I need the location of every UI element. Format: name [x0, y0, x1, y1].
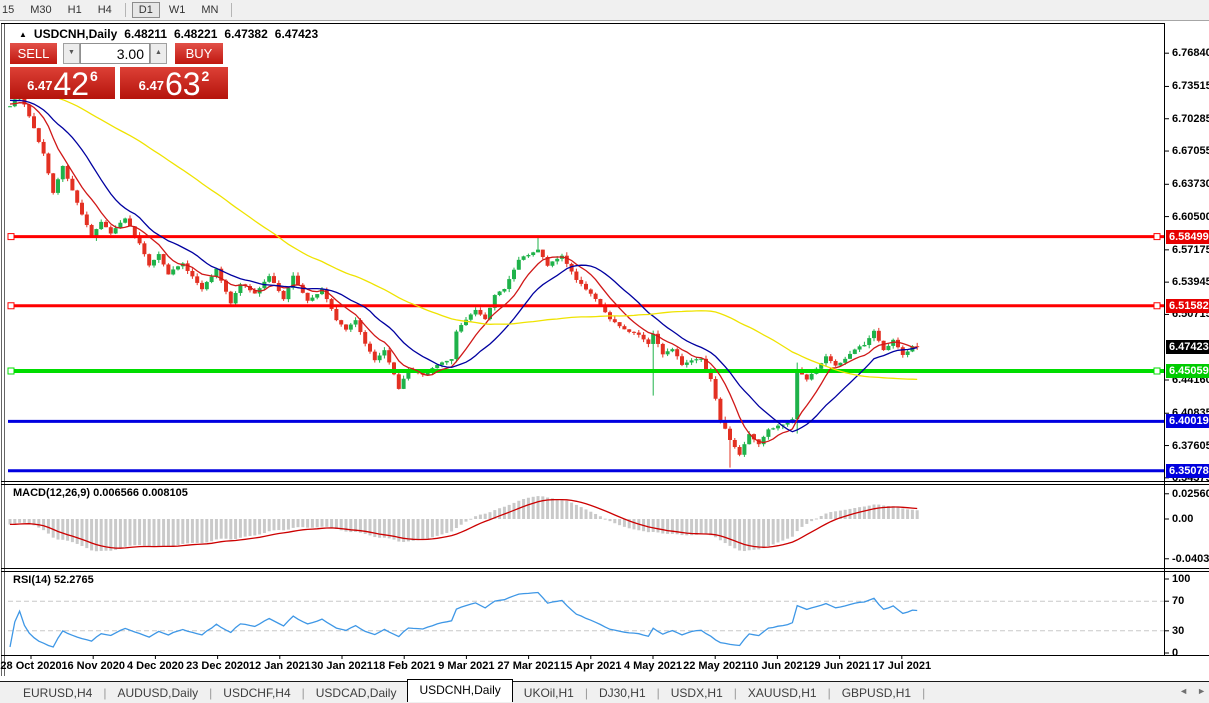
date-axis-label: 10 Jun 2021 [746, 660, 809, 672]
mt4-chart-window: 15 M30 H1 H4 D1 W1 MN 6.76840 6.73515 6.70285 6.6… [0, 0, 1209, 703]
buy-price-sup: 2 [201, 68, 210, 84]
sell-price-big: 42 [53, 66, 90, 102]
sell-price-sup: 6 [90, 68, 98, 84]
date-axis-label: 27 Mar 2021 [497, 660, 560, 672]
price-axis-label: 6.60500 [1172, 210, 1209, 223]
rsi-axis-label: 100 [1172, 573, 1191, 585]
tab-usdcnh-daily[interactable]: USDCNH,Daily [407, 679, 513, 702]
macd-axis-label: 0.025609 [1172, 487, 1209, 500]
level-drag-handle [7, 367, 15, 375]
date-axis-label: 17 Jul 2021 [872, 660, 932, 672]
macd-axis-label: -0.040386 [1172, 552, 1209, 565]
tab-ukoil-h1[interactable]: UKOil,H1 [513, 684, 585, 702]
date-axis-label: 4 May 2021 [623, 660, 683, 672]
chart-symbol-label: USDCNH,Daily [33, 27, 118, 41]
collapse-panel-icon[interactable]: ▲ [19, 30, 27, 39]
chart-title: ▲ USDCNH,Daily 6.48211 6.48221 6.47382 6… [19, 27, 318, 41]
date-axis-label: 15 Apr 2021 [560, 660, 622, 672]
level-drag-handle [7, 233, 15, 241]
date-axis-label: 29 Jun 2021 [808, 660, 871, 672]
triangle-up-icon: ▲ [155, 49, 162, 56]
panel-borders [1, 23, 1209, 676]
one-click-trade-panel: SELL ▼ ▲ BUY 6.47 42 6 6.47 63 2 [10, 43, 228, 102]
tab-audusd-daily[interactable]: AUDUSD,Daily [106, 684, 209, 702]
rsi-group [8, 591, 1164, 648]
quote-high: 6.48221 [174, 27, 218, 41]
tab-gbpusd-h1[interactable]: GBPUSD,H1 [831, 684, 922, 702]
date-axis-label: 9 Mar 2021 [438, 660, 495, 672]
rsi-indicator-label: RSI(14) 52.2765 [13, 574, 94, 586]
date-axis-label: 23 Dec 2020 [186, 660, 250, 672]
date-axis-label: 18 Feb 2021 [373, 660, 436, 672]
date-axis-label: 16 Nov 2020 [61, 660, 125, 672]
buy-price-display[interactable]: 6.47 63 2 [120, 66, 228, 102]
tab-usdchf-h4[interactable]: USDCHF,H4 [212, 684, 301, 702]
price-axis-label: 6.57175 [1172, 243, 1209, 256]
price-badge: 6.40019 [1166, 414, 1209, 429]
price-badge: 6.51582 [1166, 298, 1209, 313]
rsi-axis-label: 0 [1172, 647, 1179, 659]
price-axis-label: 6.63730 [1172, 178, 1209, 191]
tab-scroll-buttons: ◄ ► [1179, 686, 1206, 696]
price-badge: 6.58499 [1166, 229, 1209, 244]
tab-scroll-left-icon[interactable]: ◄ [1179, 686, 1188, 696]
tab-usdcad-daily[interactable]: USDCAD,Daily [305, 684, 408, 702]
chart-canvas[interactable] [0, 0, 1209, 703]
price-axis-label: 6.70285 [1172, 112, 1209, 125]
date-axis-label: 30 Jan 2021 [311, 660, 373, 672]
buy-price-prefix: 6.47 [138, 78, 164, 93]
level-drag-handle [1153, 302, 1161, 310]
tab-xauusd-h1[interactable]: XAUUSD,H1 [737, 684, 828, 702]
sell-price-display[interactable]: 6.47 42 6 [10, 66, 115, 102]
volume-input[interactable] [80, 43, 150, 64]
rsi-axis-label: 30 [1172, 624, 1185, 637]
quote-open: 6.48211 [124, 27, 167, 41]
tab-scroll-right-icon[interactable]: ► [1197, 686, 1206, 696]
tab-separator: | [922, 685, 926, 700]
date-axis-label: 4 Dec 2020 [126, 660, 184, 672]
level-drag-handle [1153, 233, 1161, 241]
horizontal-level-lines[interactable] [7, 233, 1164, 473]
macd-axis-label: 0.00 [1172, 513, 1194, 525]
date-axis-label: 28 Oct 2020 [0, 660, 62, 672]
level-drag-handle [7, 302, 15, 310]
sell-button[interactable]: SELL [10, 43, 57, 64]
price-axis-label: 6.53945 [1172, 276, 1209, 289]
quote-close: 6.47423 [274, 27, 319, 41]
chart-tab-bar: EURUSD,H4 | AUDUSD,Daily | USDCHF,H4 | USDCAD,… [0, 679, 1209, 703]
tab-usdx-h1[interactable]: USDX,H1 [660, 684, 734, 702]
date-axis-label: 22 May 2021 [683, 660, 748, 672]
quote-low: 6.47382 [224, 27, 268, 41]
tab-dj30-h1[interactable]: DJ30,H1 [588, 684, 657, 702]
macd-indicator-label: MACD(12,26,9) 0.006566 0.008105 [13, 487, 188, 499]
candles-group [8, 90, 920, 468]
price-badge: 6.47423 [1166, 340, 1209, 355]
tab-eurusd-h4[interactable]: EURUSD,H4 [12, 684, 103, 702]
buy-price-big: 63 [164, 66, 201, 102]
price-axis-label: 6.37605 [1172, 439, 1209, 452]
date-axis-label: 12 Jan 2021 [248, 660, 311, 672]
price-badge: 6.35078 [1166, 463, 1209, 478]
rsi-axis-label: 70 [1172, 595, 1185, 608]
triangle-down-icon: ▼ [68, 49, 75, 56]
buy-button[interactable]: BUY [175, 43, 223, 64]
price-axis-label: 6.76840 [1172, 47, 1209, 60]
level-drag-handle [1153, 367, 1161, 375]
price-axis-label: 6.73515 [1172, 80, 1209, 93]
moving-averages-group [9, 84, 918, 444]
sell-price-prefix: 6.47 [27, 78, 53, 93]
price-badge: 6.45059 [1166, 364, 1209, 378]
volume-increase-button[interactable]: ▲ [150, 43, 167, 64]
macd-histogram-group [8, 496, 919, 552]
price-axis-label: 6.67055 [1172, 145, 1209, 158]
volume-decrease-button[interactable]: ▼ [63, 43, 80, 64]
